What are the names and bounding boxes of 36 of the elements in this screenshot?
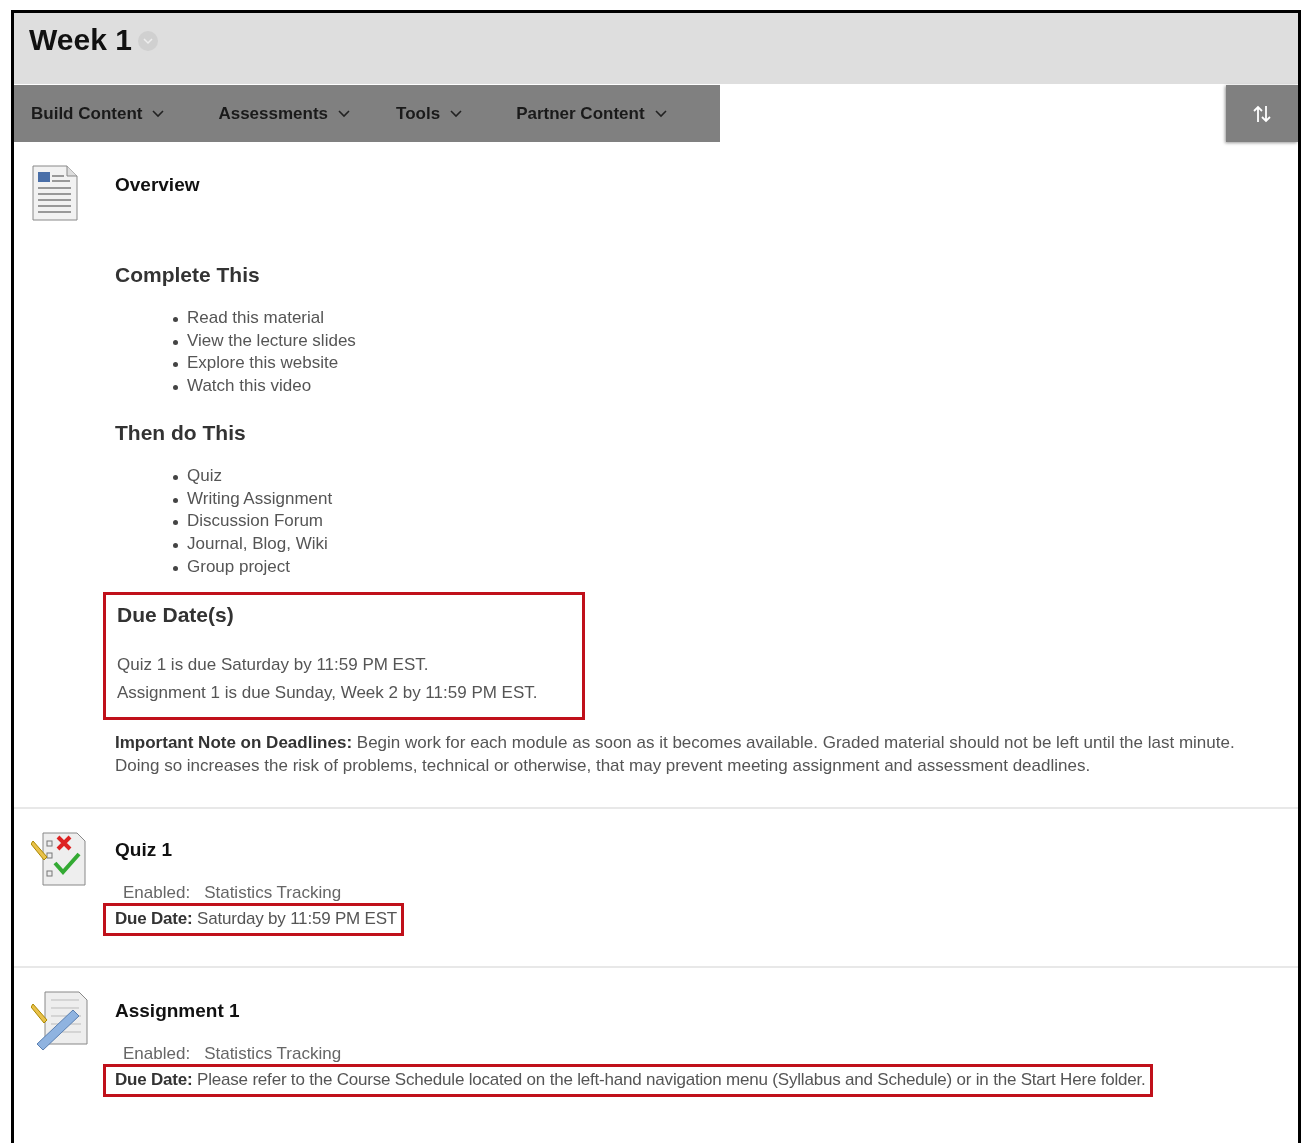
list-item: Explore this website: [171, 352, 339, 376]
quiz-icon: [31, 829, 89, 888]
list-item: View the lecture slides: [171, 329, 356, 353]
menu-button[interactable]: Tools: [396, 103, 463, 124]
sort-arrows-icon: [1252, 104, 1272, 123]
due-date-text: Quiz 1 is due Saturday by 11:59 PM EST.: [117, 654, 430, 677]
due-dates-heading: Due Date(s): [117, 603, 235, 628]
list-item: Discussion Forum: [171, 510, 324, 533]
list-item: Group project: [171, 555, 290, 579]
item-title[interactable]: Overview: [115, 174, 200, 196]
chevron-down-icon: [338, 109, 351, 118]
reorder-button[interactable]: [1226, 85, 1298, 142]
menu-button[interactable]: Build Content: [31, 103, 165, 124]
section-heading: Complete This: [115, 263, 261, 287]
section-heading: Then do This: [115, 420, 247, 445]
enabled-label: Enabled:: [123, 1044, 191, 1065]
chevron-down-icon: [450, 109, 463, 118]
chevron-down-icon: [654, 109, 667, 118]
assignment-icon: [31, 990, 89, 1053]
list-item: Journal, Blog, Wiki: [171, 532, 328, 556]
document-icon: [31, 164, 79, 222]
due-date-text: Assignment 1 is due Sunday, Week 2 by 11:59 PM EST.: [117, 682, 538, 705]
item-title[interactable]: Assignment 1: [115, 1000, 240, 1023]
enabled-value: Statistics Tracking: [204, 883, 342, 904]
enabled-label: Enabled:: [123, 883, 191, 904]
list-item: Watch this video: [171, 375, 312, 398]
list-item: Writing Assignment: [171, 487, 333, 511]
chevron-down-icon: [152, 109, 165, 118]
list-item: Quiz: [171, 464, 222, 488]
page-title: Week 1: [29, 22, 132, 57]
list-item: Read this material: [171, 307, 324, 330]
enabled-value: Statistics Tracking: [204, 1044, 342, 1065]
item-title[interactable]: Quiz 1: [115, 839, 172, 862]
menu-button[interactable]: Partner Content: [516, 103, 667, 124]
deadline-note: Important Note on Deadlines: Begin work for each module as soon as it becomes available. Graded material should not be left until the last minute. Doing so increases the risk of problems, technical or otherwise, that may prevent meeting assignment and assessment deadlines.: [115, 732, 1236, 777]
menu-button[interactable]: Assessments: [218, 103, 351, 124]
